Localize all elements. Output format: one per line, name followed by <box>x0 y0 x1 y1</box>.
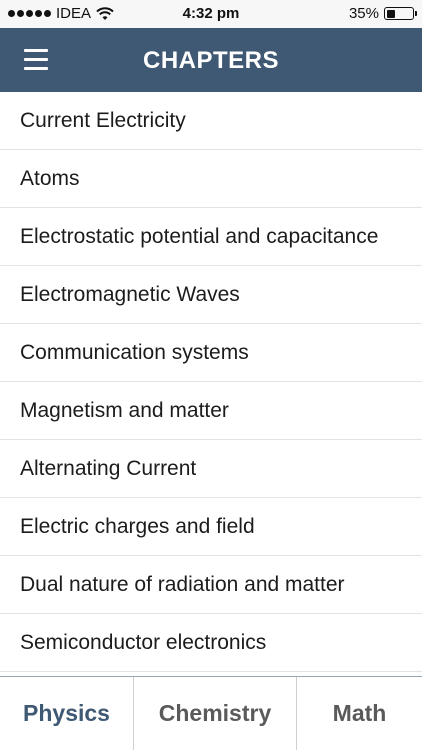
chapter-label: Electromagnetic Waves <box>20 283 240 306</box>
battery-fill <box>386 9 395 18</box>
status-right: 35% <box>348 5 417 22</box>
tab-chemistry[interactable]: Chemistry <box>133 677 296 750</box>
chapter-item-communication-systems[interactable]: Communication systems <box>0 324 422 382</box>
chapter-label: Current Electricity <box>20 109 186 132</box>
chapter-item-atoms[interactable]: Atoms <box>0 150 422 208</box>
battery-icon <box>384 7 417 20</box>
chapter-item-magnetism-and-matter[interactable]: Magnetism and matter <box>0 382 422 440</box>
page-title: CHAPTERS <box>142 47 279 74</box>
tab-math[interactable]: Math <box>296 677 422 750</box>
chapter-label: Electrostatic potential and capacitance <box>20 225 379 248</box>
chapter-label: Semiconductor electronics <box>20 631 267 654</box>
status-bar: IDEA 4:32 pm 35% <box>0 0 422 28</box>
chapter-item-semiconductor[interactable]: Semiconductor electronics <box>0 614 422 672</box>
battery-percent: 35% <box>348 5 379 22</box>
chapter-label: Atoms <box>20 167 80 190</box>
chapter-list[interactable]: Current Electricity Atoms Electrostatic … <box>0 92 422 676</box>
subject-tab-bar: Physics Chemistry Math <box>0 676 422 750</box>
chapter-item-current-electricity[interactable]: Current Electricity <box>0 92 422 150</box>
app-header: CHAPTERS <box>0 28 422 92</box>
tab-physics[interactable]: Physics <box>0 677 133 750</box>
chapter-item-electric-charges[interactable]: Electric charges and field <box>0 498 422 556</box>
chapter-label: Electric charges and field <box>20 515 255 538</box>
chapter-item-alternating-current[interactable]: Alternating Current <box>0 440 422 498</box>
chapter-label: Magnetism and matter <box>20 399 229 422</box>
chapter-item-electromagnetic-waves[interactable]: Electromagnetic Waves <box>0 266 422 324</box>
chapter-label: Dual nature of radiation and matter <box>20 573 345 596</box>
chapter-item-electrostatic-potential[interactable]: Electrostatic potential and capacitance <box>0 208 422 266</box>
chapter-item-dual-nature[interactable]: Dual nature of radiation and matter <box>0 556 422 614</box>
app-screen: IDEA 4:32 pm 35% CHAPTERS Current Electr… <box>0 0 422 750</box>
chapter-label: Communication systems <box>20 341 249 364</box>
chapter-label: Alternating Current <box>20 457 197 480</box>
